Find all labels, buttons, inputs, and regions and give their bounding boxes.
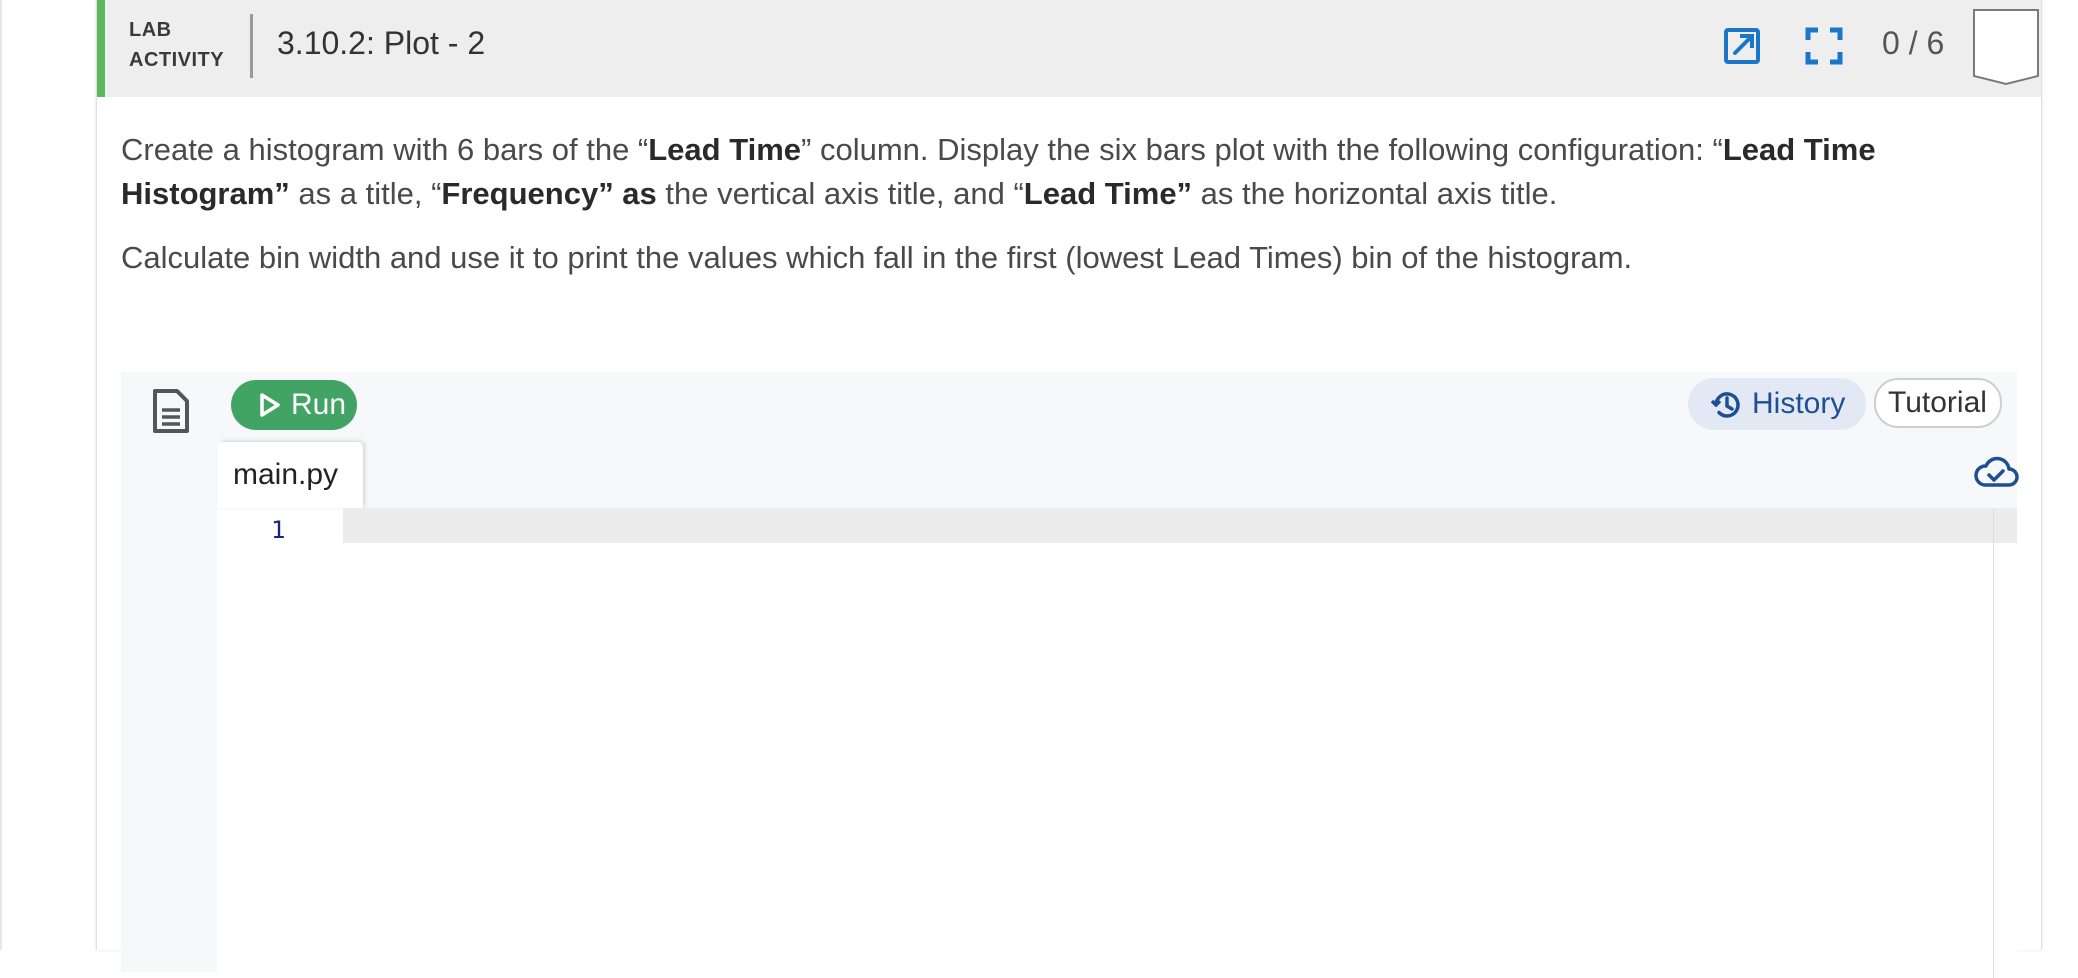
lab-label-line1: LAB (129, 19, 172, 41)
open-external-icon[interactable] (1722, 26, 1762, 66)
cloud-saved-icon (1974, 456, 2019, 487)
code-editor[interactable]: main.py 1 (217, 442, 2019, 978)
line-number: 1 (271, 516, 286, 544)
editor-tab-strip (363, 442, 2017, 508)
lab-activity-label: LAB ACTIVITY (129, 15, 249, 75)
lab-header: LAB ACTIVITY 3.10.2: Plot - 2 0 / 6 (97, 0, 2041, 97)
history-button-label: History (1752, 387, 1846, 420)
document-icon[interactable] (151, 388, 191, 434)
completion-badge-icon (1973, 9, 2039, 86)
run-button[interactable]: Run (231, 380, 357, 430)
code-workspace: Run History Tutorial main.py 1 (121, 372, 2019, 978)
instructions-text-segment: Frequency” as (441, 176, 657, 211)
editor-margin-rule (1993, 508, 1994, 978)
run-button-label: Run (291, 388, 347, 421)
play-icon (260, 393, 280, 417)
header-divider (250, 14, 253, 78)
instructions-text-segment: as the horizontal axis title. (1192, 176, 1558, 211)
instructions-paragraph-1: Create a histogram with 6 bars of the “L… (121, 128, 2021, 216)
instructions-text-segment: Lead Time (648, 132, 802, 167)
lab-label-line2: ACTIVITY (129, 49, 225, 71)
tutorial-button-label: Tutorial (1888, 386, 1987, 419)
lab-instructions: Create a histogram with 6 bars of the “L… (121, 128, 2021, 300)
instructions-text-segment: ” column. Display the six bars plot with… (801, 132, 1723, 167)
instructions-text-segment: Lead Time” (1023, 176, 1193, 211)
tutorial-button[interactable]: Tutorial (1874, 378, 2002, 428)
file-tab-label: main.py (233, 458, 339, 491)
active-code-line[interactable] (343, 508, 2017, 543)
lab-header-accent (97, 0, 105, 97)
fullscreen-icon[interactable] (1804, 26, 1844, 66)
score-counter: 0 / 6 (1882, 25, 1945, 61)
history-icon (1710, 392, 1740, 418)
instructions-paragraph-2: Calculate bin width and use it to print … (121, 240, 1633, 275)
instructions-text-segment: as a title, “ (289, 176, 442, 211)
page-left-border (0, 0, 2, 950)
lab-activity-card: LAB ACTIVITY 3.10.2: Plot - 2 0 / 6 Crea… (96, 0, 2042, 978)
instructions-text-segment: Create a histogram with 6 bars of the “ (121, 132, 649, 167)
file-tab-main-py[interactable]: main.py (217, 442, 363, 508)
lab-title: 3.10.2: Plot - 2 (277, 25, 486, 61)
history-button[interactable]: History (1688, 378, 1866, 430)
instructions-text-segment: the vertical axis title, and “ (656, 176, 1024, 211)
